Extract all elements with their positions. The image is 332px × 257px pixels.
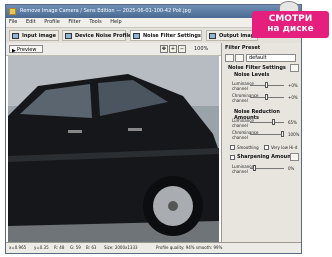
settings-panel: Filter Preset default Noise Filter Setti… bbox=[222, 43, 301, 244]
image-icon bbox=[12, 33, 19, 39]
zoom-level: 100% bbox=[194, 46, 209, 52]
status-r: R: 48 bbox=[54, 245, 65, 250]
app-icon bbox=[9, 8, 16, 15]
window-title: Remove Image Camera / Sens Edition — 202… bbox=[20, 8, 191, 14]
very-low-checkbox[interactable] bbox=[264, 145, 269, 150]
nr-luminance-slider[interactable] bbox=[250, 119, 284, 125]
noise-levels-title: Noise Levels bbox=[234, 72, 270, 78]
sharpening-checkbox[interactable] bbox=[230, 155, 235, 160]
menu-filter[interactable]: Filter bbox=[68, 19, 80, 25]
chrominance-value: +0% bbox=[288, 95, 298, 100]
output-icon bbox=[209, 33, 216, 39]
slider-knob[interactable] bbox=[281, 131, 284, 137]
menu-tools[interactable]: Tools bbox=[89, 19, 101, 25]
sharpen-slider[interactable] bbox=[250, 165, 284, 171]
very-low-label: Very low Hi-d bbox=[271, 145, 298, 150]
menu-profile[interactable]: Profile bbox=[44, 19, 60, 25]
slider-knob[interactable] bbox=[272, 119, 275, 125]
load-preset-icon[interactable] bbox=[235, 54, 244, 62]
zoom-out-icon[interactable]: − bbox=[178, 45, 186, 53]
camera-icon bbox=[65, 33, 72, 39]
filter-preset-header: Filter Preset bbox=[225, 45, 261, 51]
preset-row: default bbox=[222, 53, 301, 63]
noise-filter-settings-title: Noise Filter Settings bbox=[228, 65, 286, 71]
tab-device-noise-profile[interactable]: Device Noise Profile bbox=[62, 30, 131, 41]
filter-settings-group: Noise Filter Settings Noise Levels Lumin… bbox=[222, 63, 301, 241]
luminance-slider[interactable] bbox=[250, 82, 284, 88]
nr-luminance-value: 65% bbox=[288, 120, 297, 125]
car-photo bbox=[8, 56, 219, 242]
sharpening-title: Sharpening Amount bbox=[237, 154, 294, 160]
status-b: B: 63 bbox=[86, 245, 97, 250]
nr-luminance-label: Luminance channel bbox=[232, 118, 254, 128]
status-bar: x=0.965 y=0.35 R: 48 G: 59 B: 63 Size: 2… bbox=[6, 242, 301, 253]
luminance-value: +0% bbox=[288, 83, 298, 88]
status-x: x=0.965 bbox=[9, 245, 27, 250]
preview-image bbox=[8, 56, 219, 242]
filter-icon bbox=[133, 33, 140, 39]
menu-edit[interactable]: Edit bbox=[26, 19, 36, 25]
tab-output-image[interactable]: Output image bbox=[206, 30, 258, 41]
play-icon: ▶ bbox=[12, 48, 16, 54]
tab-input-image[interactable]: Input image bbox=[9, 30, 59, 41]
help-icon[interactable] bbox=[290, 64, 299, 72]
promo-badge: СМОТРИ на диске bbox=[252, 11, 329, 38]
smoothing-label: Smoothing bbox=[237, 145, 259, 150]
sharpen-value: 0% bbox=[288, 166, 295, 171]
chrominance-label: Chrominance channel bbox=[232, 93, 259, 103]
preview-button[interactable]: ▶ Preview bbox=[9, 45, 43, 54]
badge-line-1: СМОТРИ bbox=[268, 14, 313, 24]
image-pane: ▶ Preview ✥ + − 100% bbox=[6, 43, 222, 244]
sharpening-help-icon[interactable] bbox=[290, 153, 299, 161]
app-window: Remove Image Camera / Sens Edition — 202… bbox=[5, 4, 302, 254]
preset-dropdown[interactable]: default bbox=[246, 54, 296, 62]
nr-chrominance-value: 100% bbox=[288, 132, 300, 137]
sharpen-luminance-label: Luminance channel bbox=[232, 164, 254, 174]
zoom-in-icon[interactable]: + bbox=[169, 45, 177, 53]
pan-tool-icon[interactable]: ✥ bbox=[160, 45, 168, 53]
menu-file[interactable]: File bbox=[9, 19, 17, 25]
chrominance-slider[interactable] bbox=[250, 94, 284, 100]
menu-help[interactable]: Help bbox=[110, 19, 121, 25]
nr-chrominance-label: Chrominance channel bbox=[232, 130, 259, 140]
luminance-label: Luminance channel bbox=[232, 81, 254, 91]
nr-chrominance-slider[interactable] bbox=[250, 131, 284, 137]
status-g: G: 59 bbox=[70, 245, 81, 250]
slider-knob[interactable] bbox=[253, 165, 256, 171]
badge-line-2: на диске bbox=[267, 24, 314, 34]
slider-knob[interactable] bbox=[265, 94, 268, 100]
save-preset-icon[interactable] bbox=[225, 54, 234, 62]
status-size: Size: 2000x1333 bbox=[104, 245, 138, 250]
status-profile-quality: Profile quality: 94% smooth: 99% bbox=[156, 245, 223, 250]
slider-knob[interactable] bbox=[265, 82, 268, 88]
smoothing-checkbox[interactable] bbox=[230, 145, 235, 150]
tab-noise-filter-settings[interactable]: Noise Filter Settings bbox=[130, 30, 202, 41]
status-y: y=0.35 bbox=[34, 245, 49, 250]
image-toolbar: ▶ Preview ✥ + − 100% bbox=[6, 43, 221, 56]
